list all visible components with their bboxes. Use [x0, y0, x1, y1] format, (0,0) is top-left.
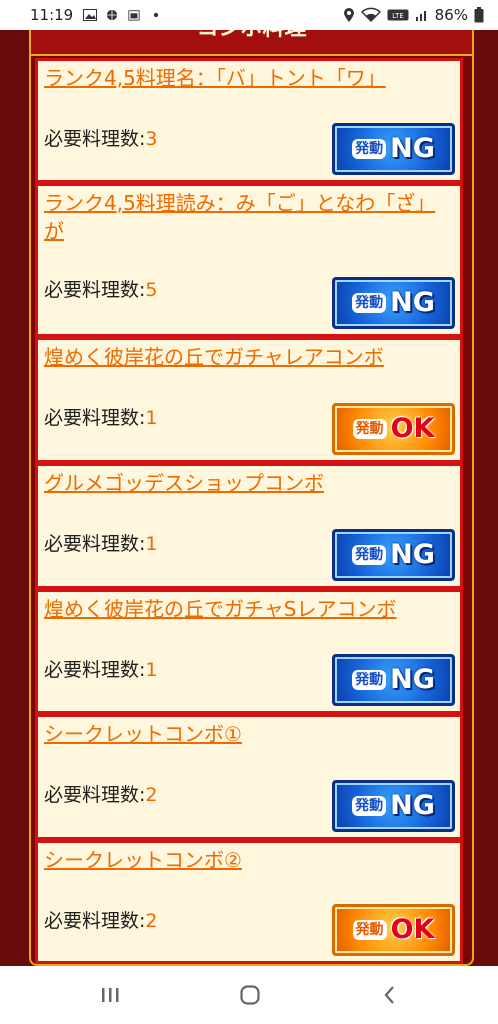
combo-name-link[interactable]: 煌めく彼岸花の丘でガチャSレアコンボ: [44, 595, 452, 623]
calendar-icon: [128, 10, 140, 21]
combo-card: シークレットコンボ① 必要料理数:2 発動 NG: [35, 714, 463, 840]
combo-card: ランク4,5料理読み：み「ご」となわ「ざ」が必要料理数:5 発動 NG: [35, 183, 463, 337]
required-count-row: 必要料理数:2: [44, 783, 158, 807]
navigation-bar: [0, 966, 498, 1024]
required-count-label: 必要料理数:: [44, 533, 146, 555]
ball-icon: [107, 9, 118, 21]
required-count-value: 3: [145, 128, 158, 150]
combo-card: 煌めく彼岸花の丘でガチャレアコンボ必要料理数:1 発動 OK: [35, 337, 463, 463]
combo-name-link[interactable]: グルメゴッデスショップコンボ: [44, 469, 452, 497]
required-count-label: 必要料理数:: [44, 784, 146, 806]
activation-status-badge: 発動 NG: [332, 529, 455, 581]
required-count-row: 必要料理数:2: [44, 909, 158, 933]
activation-label: 発動: [352, 419, 387, 439]
required-count-label: 必要料理数:: [44, 659, 146, 681]
required-count-value: 1: [145, 659, 158, 681]
signal-icon: [415, 11, 426, 21]
required-count-row: 必要料理数:1: [44, 658, 158, 682]
required-count-value: 2: [145, 784, 158, 806]
required-count-value: 1: [145, 533, 158, 555]
combo-card: ランク4,5料理名：「バ」トント「ワ」必要料理数:3 発動 NG: [35, 58, 463, 183]
svg-text:LTE: LTE: [392, 12, 404, 20]
required-count-label: 必要料理数:: [44, 407, 146, 429]
required-count-value: 5: [145, 279, 158, 301]
recent-apps-icon[interactable]: [90, 980, 130, 1010]
activation-label: 発動: [352, 139, 387, 159]
activation-result: NG: [390, 664, 435, 695]
required-count-value: 2: [145, 910, 158, 932]
required-count-row: 必要料理数:3: [44, 127, 158, 151]
activation-result: OK: [390, 914, 435, 945]
panel-title: コンボ料理: [196, 30, 306, 41]
activation-label: 発動: [352, 293, 387, 313]
required-count-label: 必要料理数:: [44, 279, 146, 301]
combo-name-link[interactable]: シークレットコンボ②: [44, 846, 452, 874]
activation-status-badge: 発動 NG: [332, 654, 455, 706]
required-count-row: 必要料理数:1: [44, 532, 158, 556]
app-content: コンボ料理 ランク4,5料理名：「バ」トント「ワ」必要料理数:3発動NGランク4…: [0, 30, 498, 966]
back-icon[interactable]: [370, 980, 410, 1010]
combo-name-link[interactable]: シークレットコンボ①: [44, 720, 452, 748]
required-count-value: 1: [145, 407, 158, 429]
battery-percent: 86%: [434, 6, 468, 24]
combo-name-link[interactable]: ランク4,5料理読み：み「ご」となわ「ざ」が: [44, 189, 452, 245]
activation-result: NG: [390, 790, 435, 821]
activation-label: 発動: [352, 920, 387, 940]
image-icon: [83, 9, 98, 21]
combo-card: シークレットコンボ② 必要料理数:2 発動 OK: [35, 840, 463, 964]
activation-result: OK: [390, 413, 435, 444]
activation-result: NG: [390, 133, 435, 164]
wifi-icon: [360, 7, 381, 23]
required-count-row: 必要料理数:1: [44, 406, 158, 430]
combo-card: 煌めく彼岸花の丘でガチャSレアコンボ必要料理数:1 発動 NG: [35, 589, 463, 714]
combo-name-link[interactable]: ランク4,5料理名：「バ」トント「ワ」: [44, 64, 452, 92]
activation-result: NG: [390, 539, 435, 570]
battery-icon: [474, 7, 484, 23]
activation-status-badge: 発動 NG: [332, 780, 455, 832]
status-bar: 11:19 LTE 86%: [0, 0, 498, 30]
required-count-label: 必要料理数:: [44, 128, 146, 150]
panel-header: コンボ料理: [31, 30, 472, 56]
location-icon: [343, 8, 354, 22]
activation-label: 発動: [352, 796, 387, 816]
combo-card: グルメゴッデスショップコンボ必要料理数:1 発動 NG: [35, 463, 463, 589]
activation-status-badge: 発動 NG: [332, 277, 455, 329]
activation-status-badge: 発動 OK: [332, 403, 455, 455]
combo-name-link[interactable]: 煌めく彼岸花の丘でガチャレアコンボ: [44, 343, 452, 371]
home-icon[interactable]: [230, 980, 270, 1010]
activation-result: NG: [390, 287, 435, 318]
combo-panel: コンボ料理 ランク4,5料理名：「バ」トント「ワ」必要料理数:3発動NGランク4…: [29, 30, 474, 966]
dot-icon: [154, 12, 159, 18]
volte-icon: LTE: [387, 9, 409, 21]
activation-label: 発動: [352, 545, 387, 565]
activation-status-badge: 発動 NG: [332, 123, 455, 175]
required-count-row: 必要料理数:5: [44, 278, 158, 302]
clock: 11:19: [30, 6, 74, 24]
activation-label: 発動: [352, 670, 387, 690]
activation-status-badge: 発動 OK: [332, 904, 455, 956]
required-count-label: 必要料理数:: [44, 910, 146, 932]
